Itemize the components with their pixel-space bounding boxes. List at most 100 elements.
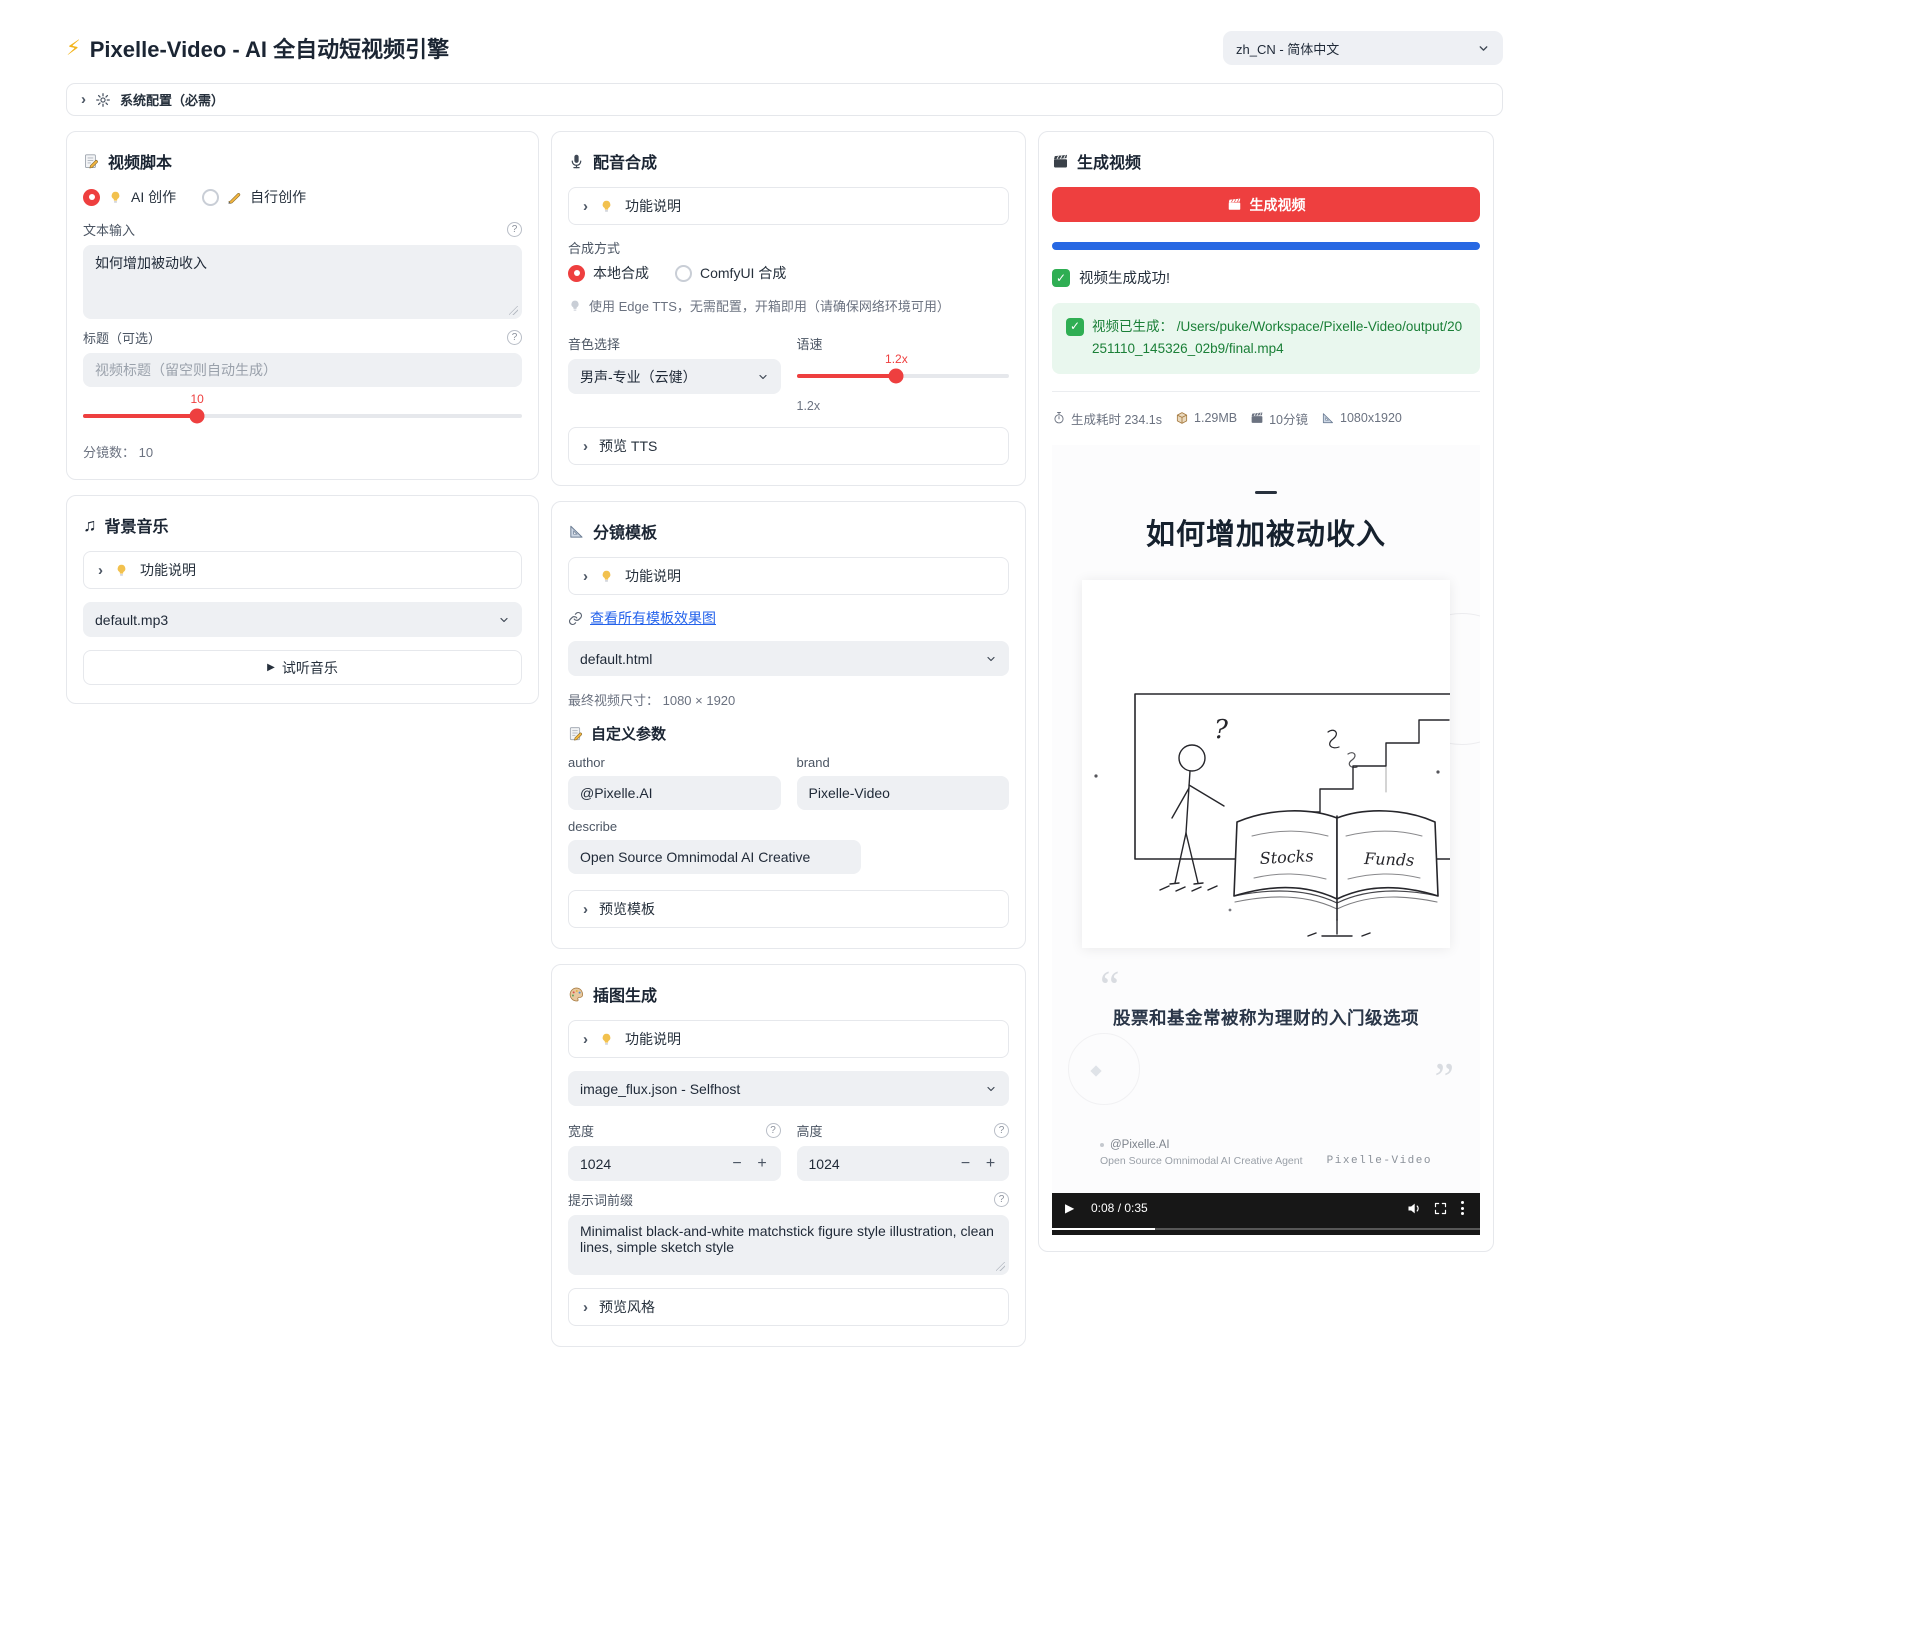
slider-handle[interactable] (889, 369, 904, 384)
template-help-accordion[interactable]: › 功能说明 (568, 557, 1009, 595)
video-player[interactable]: 如何增加被动收入 (1052, 445, 1480, 1235)
radio-self-create-label: 自行创作 (250, 187, 306, 207)
book-label-funds: Funds (1363, 849, 1415, 870)
microphone-icon (568, 153, 585, 170)
generate-video-button[interactable]: 生成视频 (1052, 187, 1480, 222)
template-gallery-link[interactable]: 查看所有模板效果图 (590, 608, 716, 628)
bulb-icon (599, 569, 614, 584)
speed-label: 语速 (797, 334, 1010, 353)
brand-input[interactable] (797, 776, 1010, 810)
shots-slider[interactable]: 10 (83, 414, 522, 418)
right-column: 生成视频 生成视频 ✓ 视频生成成功! ✓ 视频已生成： /Users (1038, 131, 1494, 1252)
seek-progress (1052, 1228, 1155, 1231)
template-file-select[interactable]: default.html (568, 641, 1009, 676)
chevron-down-icon (498, 614, 510, 626)
style-preview-accordion[interactable]: › 预览风格 (568, 1288, 1009, 1326)
illustration-panel-title-text: 插图生成 (593, 982, 657, 1006)
clapperboard-icon (1227, 197, 1242, 212)
video-caption: 股票和基金常被称为理财的入门级选项 (1082, 1005, 1450, 1030)
result-path-box: ✓ 视频已生成： /Users/puke/Workspace/Pixelle-V… (1052, 303, 1480, 374)
illustration-panel: 插图生成 › 功能说明 image_flux.json - Selfhost (551, 964, 1026, 1347)
author-input[interactable] (568, 776, 781, 810)
music-help-accordion[interactable]: › 功能说明 (83, 551, 522, 589)
clapperboard-icon (1250, 411, 1264, 425)
generate-video-button-label: 生成视频 (1250, 195, 1306, 215)
divider (1052, 391, 1480, 392)
video-brand: Pixelle-Video (1327, 1155, 1432, 1167)
topbar: ⚡ Pixelle-Video - AI 全自动短视频引擎 zh_CN - 简体… (66, 28, 1503, 68)
system-config-label: 系统配置（必需） (120, 90, 224, 109)
quote-mark-decoration: ” (1434, 1057, 1454, 1101)
generate-panel-title-text: 生成视频 (1077, 149, 1141, 173)
width-value[interactable]: 1024 (580, 1156, 725, 1172)
more-options-button[interactable] (1458, 1201, 1467, 1215)
chevron-right-icon: › (583, 1300, 588, 1315)
resize-handle-icon[interactable] (509, 306, 518, 315)
stat-shots: 10分镜 (1250, 409, 1308, 428)
tts-help-accordion[interactable]: › 功能说明 (568, 187, 1009, 225)
tts-panel-title-text: 配音合成 (593, 149, 657, 173)
help-icon[interactable]: ? (994, 1192, 1009, 1207)
decrement-button[interactable]: − (953, 1151, 978, 1176)
increment-button[interactable]: + (978, 1151, 1003, 1176)
radio-ai-create[interactable]: AI 创作 (83, 187, 176, 207)
decrement-button[interactable]: − (725, 1151, 750, 1176)
speed-slider[interactable]: 1.2x (797, 374, 1010, 378)
template-preview-accordion[interactable]: › 预览模板 (568, 890, 1009, 928)
memo-icon (568, 726, 584, 742)
tts-mode-radio-group: 本地合成 ComfyUI 合成 (568, 263, 1009, 283)
dot-icon (1100, 1143, 1104, 1147)
lightning-icon: ⚡ (66, 38, 81, 59)
link-icon (568, 611, 583, 626)
palette-icon (568, 986, 585, 1003)
title-dash-decoration (1255, 491, 1277, 494)
topic-textarea[interactable]: 如何增加被动收入 (83, 245, 522, 319)
music-file-select[interactable]: default.mp3 (83, 602, 522, 637)
tts-hint: 使用 Edge TTS，无需配置，开箱即用（请确保网络环境可用） (568, 296, 1009, 315)
radio-self-create[interactable]: 自行创作 (202, 187, 306, 207)
check-icon: ✓ (1066, 318, 1084, 336)
radio-comfyui-tts[interactable]: ComfyUI 合成 (675, 263, 786, 283)
tts-preview-accordion[interactable]: › 预览 TTS (568, 427, 1009, 465)
slider-handle[interactable] (190, 409, 205, 424)
resize-handle-icon[interactable] (996, 1262, 1005, 1271)
height-value[interactable]: 1024 (809, 1156, 954, 1172)
illustration-help-accordion[interactable]: › 功能说明 (568, 1020, 1009, 1058)
help-icon[interactable]: ? (994, 1123, 1009, 1138)
stat-duration: 生成耗时 234.1s (1052, 409, 1162, 428)
music-file-value: default.mp3 (95, 612, 168, 628)
height-label-row: 高度 ? (797, 1121, 1010, 1140)
radio-local-tts[interactable]: 本地合成 (568, 263, 649, 283)
language-select[interactable]: zh_CN - 简体中文 (1223, 31, 1503, 65)
help-icon[interactable]: ? (507, 330, 522, 345)
template-panel-title-text: 分镜模板 (593, 519, 657, 543)
fullscreen-button[interactable] (1433, 1201, 1448, 1216)
chevron-right-icon: › (583, 1032, 588, 1047)
system-config-accordion[interactable]: › 系统配置（必需） (66, 83, 1503, 116)
help-icon[interactable]: ? (766, 1123, 781, 1138)
left-column: 视频脚本 AI 创作 (66, 131, 539, 704)
progress-bar (1052, 242, 1480, 250)
seek-bar[interactable] (1052, 1224, 1480, 1235)
result-path-text: 视频已生成： /Users/puke/Workspace/Pixelle-Vid… (1092, 316, 1466, 361)
increment-button[interactable]: + (750, 1151, 775, 1176)
workflow-select[interactable]: image_flux.json - Selfhost (568, 1071, 1009, 1106)
voice-select[interactable]: 男声-专业（云健） (568, 359, 781, 394)
video-title-input[interactable] (83, 353, 522, 387)
play-button[interactable]: ▶ (1065, 1201, 1081, 1215)
chevron-down-icon (985, 653, 997, 665)
chevron-down-icon (1477, 42, 1490, 55)
slider-fill (797, 374, 897, 378)
prompt-prefix-textarea[interactable]: Minimalist black-and-white matchstick fi… (568, 1215, 1009, 1275)
tts-help-label: 功能说明 (625, 196, 681, 216)
video-subtitle: Open Source Omnimodal AI Creative Agent (1100, 1155, 1303, 1167)
success-message-text: 视频生成成功! (1079, 267, 1170, 288)
chevron-right-icon: › (98, 563, 103, 578)
help-icon[interactable]: ? (507, 222, 522, 237)
volume-button[interactable] (1406, 1200, 1423, 1217)
preview-music-button[interactable]: ▶ 试听音乐 (83, 650, 522, 685)
chevron-right-icon: › (81, 92, 86, 107)
writing-hand-icon (227, 190, 242, 205)
text-input-label-row: 文本输入 ? (83, 220, 522, 239)
radio-selected-icon (83, 189, 100, 206)
